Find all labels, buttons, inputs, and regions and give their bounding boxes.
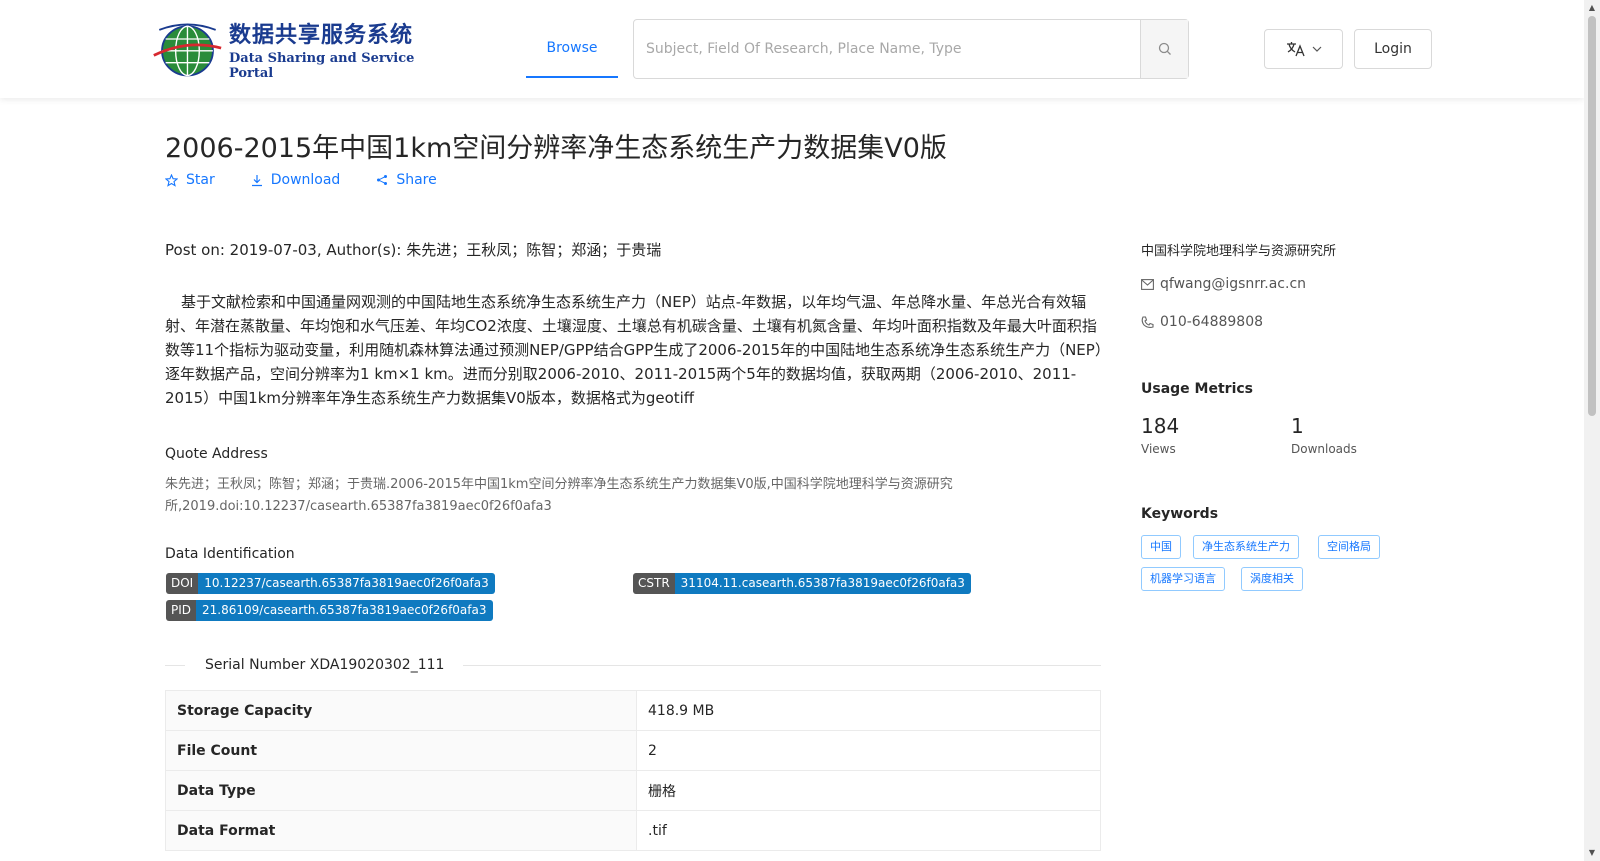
globe-logo-icon [153, 23, 222, 77]
dataset-description: 基于文献检索和中国通量网观测的中国陆地生态系统净生态系统生产力（NEP）站点-年… [165, 293, 1103, 407]
table-row: File Count 2 [165, 730, 1101, 771]
logo-title-cn: 数据共享服务系统 [228, 23, 413, 48]
phone-icon [1141, 315, 1154, 328]
pid-key: PID [166, 600, 197, 621]
translate-icon [1286, 42, 1305, 57]
scroll-down-arrow-icon[interactable]: ▼ [1587, 848, 1597, 858]
spec-value: 2 [636, 730, 1101, 771]
serial-divider: Serial Number XDA19020302_111 [165, 654, 1101, 676]
doi-key: DOI [166, 573, 199, 594]
spec-value: 418.9 MB [636, 690, 1101, 731]
keywords-heading: Keywords [1141, 506, 1219, 522]
spec-value: .tif [636, 810, 1101, 851]
downloads-label: Downloads [1291, 442, 1357, 456]
search-button[interactable] [1140, 20, 1188, 78]
logo-title-en: Data Sharing and Service Portal [228, 51, 415, 81]
cstr-badge[interactable]: CSTR 31104.11.casearth.65387fa3819aec0f2… [633, 573, 971, 594]
site-logo[interactable]: 数据共享服务系统 Data Sharing and Service Portal [152, 18, 442, 81]
email-text: qfwang@igsnrr.ac.cn [1160, 276, 1307, 292]
doi-value: 10.12237/casearth.65387fa3819aec0f26f0af… [198, 573, 495, 594]
data-identification-label: Data Identification [165, 546, 295, 562]
language-switcher[interactable] [1264, 29, 1343, 69]
share-label: Share [396, 172, 437, 188]
mail-icon [1141, 278, 1154, 290]
download-label: Download [270, 172, 341, 188]
divider-line [463, 665, 1101, 666]
scroll-thumb[interactable] [1588, 16, 1596, 416]
cstr-value: 31104.11.casearth.65387fa3819aec0f26f0af… [674, 573, 971, 594]
usage-metrics-heading: Usage Metrics [1141, 381, 1253, 397]
page-title: 2006-2015年中国1km空间分辨率净生态系统生产力数据集V0版 [165, 133, 947, 164]
contact-email[interactable]: qfwang@igsnrr.ac.cn [1141, 276, 1306, 292]
search-icon [1158, 42, 1171, 55]
cstr-key: CSTR [633, 573, 675, 594]
table-row: Storage Capacity 418.9 MB [165, 690, 1101, 731]
post-meta: Post on: 2019-07-03, Author(s): 朱先进；王秋凤；… [165, 241, 662, 259]
scroll-up-arrow-icon[interactable]: ▲ [1587, 3, 1597, 13]
chevron-down-icon [1312, 46, 1321, 52]
star-button[interactable]: Star [165, 172, 215, 188]
dataset-specs-table: Storage Capacity 418.9 MB File Count 2 D… [165, 690, 1101, 851]
dataset-actions: Star Download Share [165, 172, 437, 188]
download-icon [251, 174, 262, 186]
star-label: Star [186, 172, 215, 188]
star-icon [165, 173, 178, 187]
keyword-tag[interactable]: 涡度相关 [1241, 567, 1303, 591]
contact-phone: 010-64889808 [1141, 314, 1263, 330]
spec-key: File Count [165, 730, 637, 771]
views-metric: 184 Views [1141, 414, 1179, 456]
nav-browse[interactable]: Browse [526, 20, 618, 78]
page-scrollbar[interactable]: ▲ ▼ [1584, 0, 1600, 861]
share-button[interactable]: Share [376, 172, 437, 188]
spec-key: Data Type [165, 770, 637, 811]
share-icon [377, 175, 388, 185]
institution-name: 中国科学院地理科学与资源研究所 [1141, 244, 1337, 259]
search-bar [633, 19, 1189, 79]
table-row: Data Type 栅格 [165, 770, 1101, 811]
downloads-metric: 1 Downloads [1291, 414, 1357, 456]
doi-badge[interactable]: DOI 10.12237/casearth.65387fa3819aec0f26… [166, 573, 495, 594]
spec-value: 栅格 [636, 770, 1101, 811]
divider-line [165, 665, 185, 666]
pid-value: 21.86109/casearth.65387fa3819aec0f26f0af… [196, 600, 493, 621]
phone-text: 010-64889808 [1160, 314, 1264, 330]
spec-key: Storage Capacity [165, 690, 637, 731]
top-header: 数据共享服务系统 Data Sharing and Service Portal… [0, 0, 1584, 98]
serial-number: Serial Number XDA19020302_111 [205, 657, 445, 673]
keyword-tag[interactable]: 中国 [1141, 535, 1181, 559]
table-row: Data Format .tif [165, 810, 1101, 851]
spec-key: Data Format [165, 810, 637, 851]
views-count: 184 [1141, 414, 1180, 438]
quote-address-label: Quote Address [165, 446, 268, 462]
keyword-tag[interactable]: 净生态系统生产力 [1193, 535, 1299, 559]
downloads-count: 1 [1291, 414, 1304, 438]
keyword-tag[interactable]: 机器学习语言 [1141, 567, 1225, 591]
search-input[interactable] [634, 20, 1140, 78]
views-label: Views [1141, 442, 1176, 456]
pid-badge[interactable]: PID 21.86109/casearth.65387fa3819aec0f26… [166, 600, 493, 621]
keyword-tag[interactable]: 空间格局 [1318, 535, 1380, 559]
download-button[interactable]: Download [251, 172, 341, 188]
quote-address-text: 朱先进；王秋凤；陈智；郑涵；于贵瑞.2006-2015年中国1km空间分辨率净生… [165, 477, 953, 514]
login-button[interactable]: Login [1354, 29, 1432, 69]
